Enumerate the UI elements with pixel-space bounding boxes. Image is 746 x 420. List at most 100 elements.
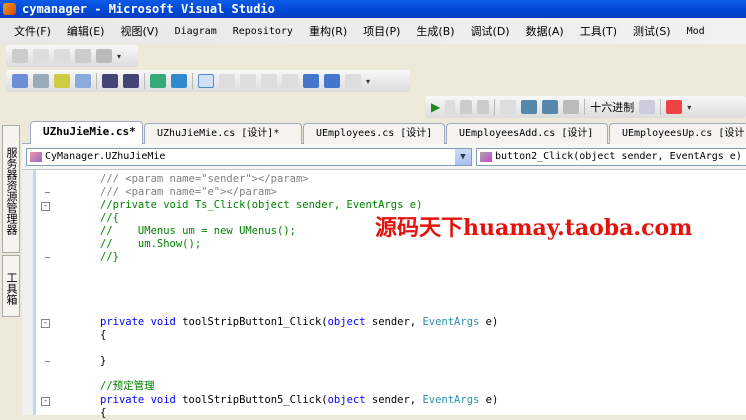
tab-uemployees-design[interactable]: UEmployees.cs [设计] [303, 123, 445, 144]
window-title: cymanager - Microsoft Visual Studio [22, 2, 275, 16]
comment-icon[interactable] [150, 74, 166, 88]
prev-document-icon[interactable] [303, 74, 319, 88]
app-icon [3, 3, 16, 15]
align-icon[interactable] [33, 49, 49, 63]
prev-bookmark-icon[interactable] [219, 74, 235, 88]
step-over-icon[interactable] [542, 100, 559, 114]
type-dropdown[interactable]: CyManager.UZhuJieMie ▼ [26, 148, 472, 166]
navigation-bar: CyManager.UZhuJieMie ▼ button2_Click(obje… [22, 144, 746, 170]
server-explorer-label: 服务器资源管理器 [5, 147, 18, 235]
tab-uemployeesup-design[interactable]: UEmployeesUp.cs [设计] [609, 123, 746, 144]
code-line: // um.Show(); [100, 238, 202, 250]
menu-repository[interactable]: Repository [233, 26, 301, 37]
menu-data[interactable]: 数据(A) [526, 23, 572, 39]
start-icon[interactable]: ▶ [431, 100, 440, 114]
method-name: toolStripButton1_Click( [175, 316, 328, 328]
outline-tick [45, 361, 50, 362]
layout-toolbar: ▾ [6, 45, 138, 67]
menu-debug[interactable]: 调试(D) [471, 23, 518, 39]
code-line: /// <param name="sender"></param> [100, 173, 309, 185]
class-icon [30, 152, 42, 162]
document-tabs: UZhuJieMie.cs* UZhuJieMie.cs [设计]* UEmpl… [22, 120, 746, 145]
side-tool-strip: 服务器资源管理器 工具箱 [0, 120, 22, 415]
code-line: //{ [100, 212, 119, 224]
menu-file[interactable]: 文件(F) [14, 23, 59, 39]
chart-icon[interactable] [75, 49, 91, 63]
windows-icon[interactable] [666, 100, 683, 114]
title-bar: cymanager - Microsoft Visual Studio [0, 0, 746, 18]
code-line: //} [100, 251, 119, 263]
next-bookmark-icon[interactable] [240, 74, 256, 88]
hex-display-button[interactable]: 十六进制 [590, 99, 634, 115]
separator [96, 73, 97, 89]
menu-build[interactable]: 生成(B) [416, 23, 462, 39]
menu-test[interactable]: 测试(S) [633, 23, 679, 39]
server-explorer-tab[interactable]: 服务器资源管理器 [2, 125, 20, 253]
breakpoints-icon[interactable] [639, 100, 656, 114]
type-name: EventArgs [422, 316, 480, 328]
indicator-margin [22, 170, 36, 415]
outline-tick [45, 257, 50, 258]
pause-icon[interactable] [445, 100, 456, 114]
pointer-icon[interactable] [54, 74, 70, 88]
bookmark-icon[interactable] [198, 74, 214, 88]
menu-diagram[interactable]: Diagram [175, 26, 225, 37]
restart-icon[interactable] [477, 100, 490, 114]
uncomment-icon[interactable] [171, 74, 187, 88]
keyword: void [150, 316, 176, 328]
method-name: toolStripButton5_Click( [175, 394, 328, 406]
step-out-icon[interactable] [563, 100, 580, 114]
keyword: void [150, 394, 176, 406]
toolbox-tab[interactable]: 工具箱 [2, 255, 20, 317]
menu-view[interactable]: 视图(V) [120, 23, 166, 39]
menu-project[interactable]: 项目(P) [363, 23, 408, 39]
menu-edit[interactable]: 编辑(E) [67, 23, 113, 39]
font-size-icon[interactable] [75, 74, 91, 88]
chevron-down-icon[interactable]: ▼ [455, 149, 471, 165]
properties-icon[interactable] [12, 74, 28, 88]
menu-tools[interactable]: 工具(T) [580, 23, 625, 39]
outdent-icon[interactable] [102, 74, 118, 88]
debug-toolbar: ▶ 十六进制 ▾ [425, 96, 746, 118]
collapse-icon[interactable]: - [41, 202, 50, 211]
code-line: { [100, 407, 107, 419]
member-dropdown[interactable]: button2_Click(object sender, EventArgs e… [476, 148, 746, 166]
code-line: private void toolStripButton5_Click(obje… [100, 394, 498, 407]
separator [192, 73, 193, 89]
param: e) [479, 394, 499, 406]
collapse-icon[interactable]: - [41, 397, 50, 406]
toolbar-overflow-icon[interactable]: ▾ [366, 77, 370, 86]
indent-icon[interactable] [123, 74, 139, 88]
object-browser-icon[interactable] [33, 74, 49, 88]
menu-modeling[interactable]: Mod [687, 26, 713, 37]
separator [660, 99, 662, 115]
show-next-statement-icon[interactable] [500, 100, 517, 114]
keyword: private [100, 394, 145, 406]
next-document-icon[interactable] [324, 74, 340, 88]
watermark: 源码天下huamay.taoba.com [375, 215, 693, 241]
tab-uemployeesadd-design[interactable]: UEmployeesAdd.cs [设计] [446, 123, 608, 144]
tab-uzhujiemie-cs[interactable]: UZhuJieMie.cs* [30, 121, 143, 145]
tab-uzhujiemie-design[interactable]: UZhuJieMie.cs [设计]* [144, 123, 302, 144]
toolbar-overflow-icon[interactable]: ▾ [117, 52, 121, 61]
menu-refactor[interactable]: 重构(R) [309, 23, 355, 39]
dropdown-arrow-icon[interactable]: ▾ [687, 103, 691, 112]
code-line: // UMenus um = new UMenus(); [100, 225, 296, 237]
collapse-icon[interactable]: - [41, 319, 50, 328]
code-editor[interactable]: /// <param name="sender"></param> /// <p… [22, 170, 746, 419]
clear-bookmarks-icon[interactable] [345, 74, 361, 88]
separator [584, 99, 586, 115]
image-icon[interactable] [96, 49, 112, 63]
code-line: private void toolStripButton1_Click(obje… [100, 316, 498, 329]
method-icon [480, 152, 492, 162]
code-line: //预定管理 [100, 380, 155, 392]
next-folder-bookmark-icon[interactable] [282, 74, 298, 88]
param: e) [479, 316, 499, 328]
menu-bar: 文件(F) 编辑(E) 视图(V) Diagram Repository 重构(… [0, 18, 746, 44]
step-into-icon[interactable] [521, 100, 538, 114]
param: sender, [365, 394, 423, 406]
prev-folder-bookmark-icon[interactable] [261, 74, 277, 88]
stop-icon[interactable] [460, 100, 473, 114]
sum-icon[interactable] [12, 49, 28, 63]
group-icon[interactable] [54, 49, 70, 63]
